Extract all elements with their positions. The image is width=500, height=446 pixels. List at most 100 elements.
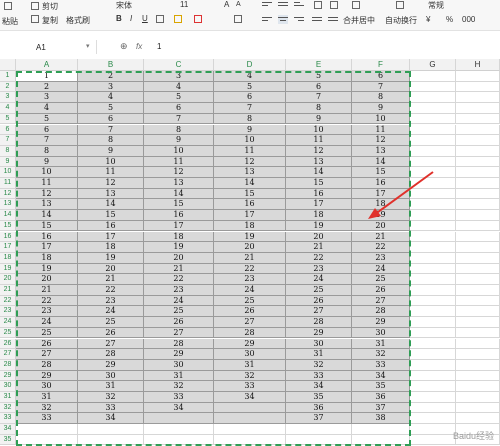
table-cell[interactable]: 32 [286,359,352,371]
row-header[interactable]: 3 [0,92,16,104]
table-cell[interactable]: 1 [16,71,78,82]
row-header[interactable]: 22 [0,295,16,307]
table-cell[interactable]: 37 [352,402,410,414]
italic-button[interactable]: I [130,14,132,23]
table-cell[interactable] [410,81,456,93]
table-cell[interactable]: 24 [352,263,410,275]
row-header[interactable]: 7 [0,135,16,146]
table-cell[interactable]: 25 [16,327,78,339]
table-cell[interactable] [456,156,500,168]
table-cell[interactable]: 23 [214,274,286,285]
table-cell[interactable] [410,242,456,253]
table-cell[interactable] [456,188,500,200]
table-cell[interactable] [410,263,456,275]
table-cell[interactable]: 22 [78,285,144,296]
table-cell[interactable] [456,381,500,392]
table-cell[interactable]: 6 [352,71,410,82]
table-cell[interactable]: 20 [144,252,214,264]
table-cell[interactable]: 3 [144,71,214,82]
row-header[interactable]: 21 [0,285,16,296]
table-cell[interactable]: 13 [16,199,78,211]
table-cell[interactable] [144,424,214,435]
table-cell[interactable]: 13 [286,156,352,168]
table-cell[interactable]: 6 [286,81,352,93]
table-cell[interactable] [410,92,456,104]
table-cell[interactable]: 38 [352,413,410,425]
table-cell[interactable]: 24 [78,306,144,318]
table-cell[interactable] [78,434,144,446]
row-header[interactable]: 14 [0,210,16,221]
table-cell[interactable] [410,124,456,136]
table-cell[interactable]: 34 [352,370,410,382]
table-cell[interactable]: 15 [352,167,410,178]
table-cell[interactable] [456,402,500,414]
table-cell[interactable]: 17 [16,242,78,253]
table-cell[interactable]: 19 [144,242,214,253]
table-cell[interactable]: 34 [286,381,352,392]
table-cell[interactable]: 36 [352,392,410,403]
table-cell[interactable] [456,81,500,93]
row-header[interactable]: 26 [0,338,16,350]
table-cell[interactable]: 20 [78,263,144,275]
table-cell[interactable] [352,434,410,446]
table-cell[interactable]: 33 [352,359,410,371]
table-cell[interactable]: 29 [352,317,410,328]
row-header[interactable]: 6 [0,124,16,136]
table-cell[interactable]: 33 [214,381,286,392]
wrap-text-icon[interactable] [396,1,404,9]
table-cell[interactable]: 11 [78,167,144,178]
table-cell[interactable]: 29 [78,359,144,371]
table-cell[interactable]: 18 [214,220,286,232]
row-header[interactable]: 16 [0,231,16,243]
row-header[interactable]: 35 [0,434,16,446]
table-cell[interactable] [410,370,456,382]
row-header[interactable]: 34 [0,424,16,435]
table-cell[interactable]: 14 [144,188,214,200]
table-cell[interactable]: 22 [16,295,78,307]
table-cell[interactable] [456,413,500,425]
table-cell[interactable]: 26 [144,317,214,328]
table-cell[interactable]: 32 [214,370,286,382]
row-header[interactable]: 5 [0,113,16,125]
column-header-d[interactable]: D [214,59,286,71]
table-cell[interactable]: 10 [16,167,78,178]
table-cell[interactable]: 4 [214,71,286,82]
column-header-b[interactable]: B [78,59,144,71]
table-cell[interactable]: 10 [352,113,410,125]
table-cell[interactable] [410,434,456,446]
table-cell[interactable]: 20 [214,242,286,253]
table-cell[interactable]: 3 [78,81,144,93]
table-cell[interactable]: 8 [144,124,214,136]
row-header[interactable]: 2 [0,81,16,93]
row-header[interactable]: 12 [0,188,16,200]
align-right-icon[interactable] [294,15,304,24]
font-size-select[interactable]: 11 [180,0,188,9]
table-cell[interactable]: 14 [214,178,286,189]
table-cell[interactable]: 18 [352,199,410,211]
table-cell[interactable]: 30 [214,349,286,360]
table-cell[interactable] [456,113,500,125]
table-cell[interactable]: 16 [78,220,144,232]
table-cell[interactable]: 23 [78,295,144,307]
row-header[interactable]: 13 [0,199,16,211]
table-cell[interactable] [456,359,500,371]
align-left-icon[interactable] [262,15,272,24]
table-cell[interactable] [214,434,286,446]
underline-button[interactable]: U [142,14,148,23]
table-cell[interactable] [410,327,456,339]
table-cell[interactable]: 31 [286,349,352,360]
table-cell[interactable]: 16 [352,178,410,189]
currency-button[interactable]: ¥ [426,15,430,24]
format-painter-button[interactable]: 格式刷 [66,15,90,26]
table-cell[interactable] [456,71,500,82]
number-format-select[interactable]: 常规 [428,0,444,11]
table-cell[interactable]: 20 [16,274,78,285]
table-cell[interactable]: 25 [144,306,214,318]
merge-center-button[interactable]: 合并居中 [343,15,375,26]
table-cell[interactable]: 4 [144,81,214,93]
table-cell[interactable]: 7 [144,113,214,125]
row-header[interactable]: 33 [0,413,16,425]
align-top-icon[interactable] [262,0,272,9]
table-cell[interactable] [456,103,500,114]
table-cell[interactable]: 21 [214,252,286,264]
